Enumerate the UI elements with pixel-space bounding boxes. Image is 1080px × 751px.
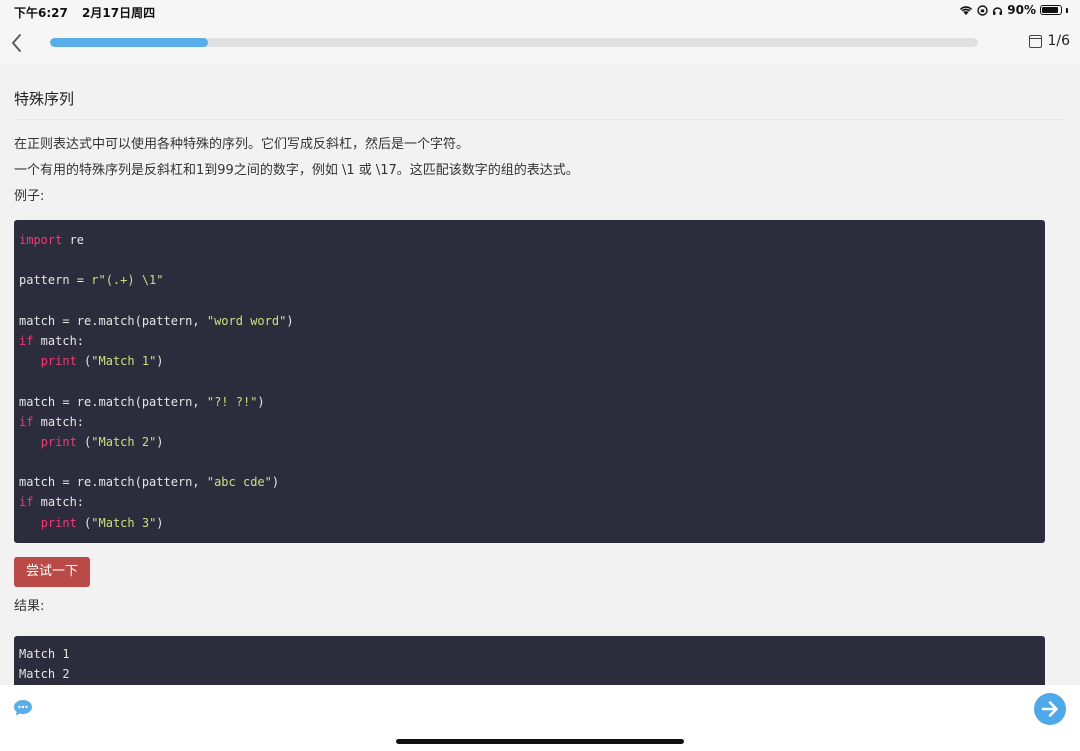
code-line: match = re.match(pattern, "word word") [19,311,1040,331]
code-text: pattern = [19,273,92,288]
lock-rotation-icon [977,4,988,16]
code-text: ( [76,354,92,369]
battery-percent: 90% [1007,3,1036,17]
code-text: match: [33,414,85,429]
headphones-icon [993,6,1003,15]
lesson-progress-fill [50,38,208,47]
home-indicator [396,739,684,744]
code-keyword: if [19,495,34,510]
code-string: "abc cde" [206,475,272,490]
result-line: Match 2 [19,667,70,681]
battery-icon [1040,5,1062,15]
code-keyword: if [19,414,34,429]
top-nav: 1/6 [0,24,1080,64]
code-keyword: print [40,434,77,449]
paragraph: 在正则表达式中可以使用各种特殊的序列。它们写成反斜杠，然后是一个字符。 [14,137,470,152]
code-text: match = re.match(pattern, [19,313,207,328]
status-time: 下午6:27 [14,6,68,20]
chevron-left-icon [12,34,21,52]
code-line: if match: [19,412,1040,432]
page-indicator[interactable]: 1/6 [1029,33,1070,49]
code-line: print ("Match 3") [19,513,1040,533]
code-keyword: import [19,233,63,247]
code-string: "word word" [206,313,287,328]
code-text: ( [76,515,92,530]
code-string: "Match 3" [91,515,157,530]
status-left: 下午6:27 2月17日周四 [14,4,165,21]
result-line: Match 1 [19,646,70,661]
status-bar: 下午6:27 2月17日周四 90% [0,0,1080,24]
code-line: match = re.match(pattern, "?! ?!") [19,392,1040,412]
code-text: ) [257,394,265,409]
code-text: ) [271,475,280,490]
calendar-icon [1029,34,1043,48]
lesson-description: 在正则表达式中可以使用各种特殊的序列。它们写成反斜杠，然后是一个字符。 一个有用… [14,132,1066,210]
code-text: ) [156,354,164,369]
code-text: match = re.match(pattern, [19,475,207,490]
result-label: 结果: [14,598,45,614]
page-indicator-text: 1/6 [1047,33,1070,49]
code-keyword: if [19,333,34,348]
code-line: if match: [19,331,1040,351]
code-text: ) [286,313,294,328]
code-text: match = re.match(pattern, [19,394,207,409]
back-button[interactable] [8,30,32,56]
code-string: "?! ?!" [206,394,258,409]
code-string: "Match 2" [91,434,157,449]
status-date: 2月17日周四 [82,6,156,20]
comments-button[interactable] [13,699,33,717]
code-text: re [62,233,85,247]
try-it-button[interactable]: 尝试一下 [14,556,90,587]
battery-tip [1066,7,1068,13]
code-line: print ("Match 1") [19,351,1040,371]
code-line: pattern = r"(.+) \1" [19,270,1040,290]
code-block: import re pattern = r"(.+) \1" match = r… [14,220,1045,543]
code-text: match: [33,333,85,348]
code-keyword: print [40,515,77,530]
next-button[interactable] [1034,693,1066,725]
code-line: print ("Match 2") [19,432,1040,452]
code-text: ) [156,515,164,530]
arrow-right-icon [1041,701,1058,717]
wifi-icon [960,5,973,15]
paragraph: 例子: [14,189,45,204]
code-string: r"(.+) \1" [91,273,164,288]
battery-level [1042,7,1059,13]
code-line: match = re.match(pattern, "abc cde") [19,472,1040,492]
bottom-bar [0,685,1080,751]
code-line: import re [19,230,1040,250]
lesson-progress-bar [50,38,978,47]
code-text: ) [156,434,164,449]
status-right: 90% [959,3,1068,17]
code-string: "Match 1" [91,354,157,369]
code-text: match: [33,495,85,510]
code-keyword: print [40,354,77,369]
code-text: ( [76,434,92,449]
chat-bubble-icon [14,700,32,716]
lesson-title: 特殊序列 [14,88,1066,120]
code-line: if match: [19,492,1040,512]
paragraph: 一个有用的特殊序列是反斜杠和1到99之间的数字，例如 \1 或 \17。这匹配该… [14,163,579,178]
lesson-content: 特殊序列 在正则表达式中可以使用各种特殊的序列。它们写成反斜杠，然后是一个字符。… [14,64,1066,696]
